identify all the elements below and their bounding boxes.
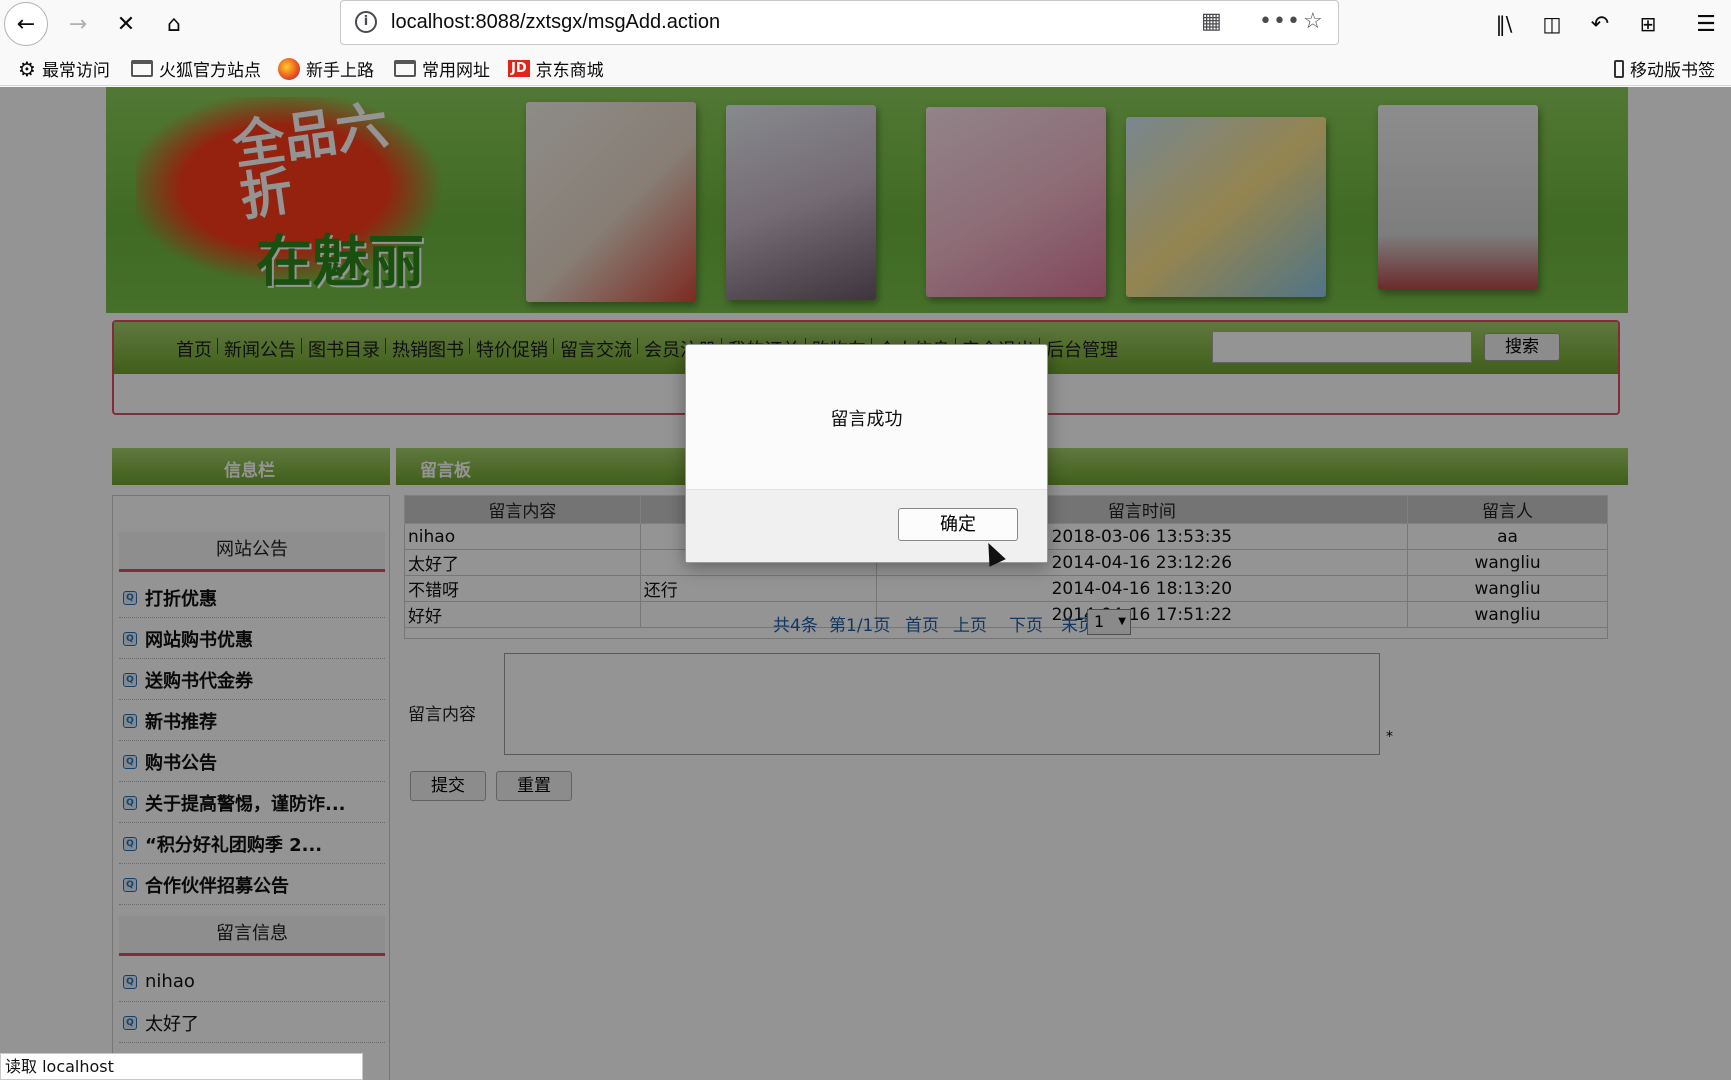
folder-icon <box>131 60 153 77</box>
gear-icon: ⚙ <box>18 56 36 81</box>
sidebar-icon: ◫ <box>1542 12 1562 36</box>
info-icon[interactable]: i <box>355 11 377 33</box>
arrow-right-icon: → <box>68 11 88 37</box>
close-icon: ✕ <box>116 11 136 37</box>
ok-button[interactable]: 确定 <box>898 508 1018 541</box>
sidebar-button[interactable]: ◫ <box>1534 6 1570 42</box>
back-button[interactable]: ← <box>4 2 48 46</box>
qr-code-icon[interactable]: ▦ <box>1201 9 1222 34</box>
mobile-icon <box>1614 59 1624 78</box>
bookmark-label: 火狐官方站点 <box>159 61 261 81</box>
url-text[interactable]: localhost:8088/zxtsgx/msgAdd.action <box>391 11 720 34</box>
library-icon: ‖\ <box>1495 12 1513 36</box>
undo-button[interactable]: ↶ <box>1582 6 1618 42</box>
dialog-message: 留言成功 <box>830 409 903 430</box>
more-icon[interactable]: ••• <box>1259 9 1301 34</box>
hamburger-icon: ☰ <box>1696 11 1716 37</box>
browser-toolbar: ← → ✕ ⌂ i localhost:8088/zxtsgx/msgAdd.a… <box>0 0 1731 48</box>
bookmark-star-icon[interactable]: ☆ <box>1303 9 1323 34</box>
forward-button[interactable]: → <box>60 6 96 42</box>
home-icon: ⌂ <box>167 11 181 37</box>
home-button[interactable]: ⌂ <box>156 6 192 42</box>
undo-icon: ↶ <box>1590 11 1610 37</box>
bookmark-most-visited[interactable]: ⚙ 最常访问 <box>18 56 110 82</box>
bookmark-label: 最常访问 <box>41 61 110 81</box>
status-bar: 读取 localhost <box>0 1053 363 1080</box>
library-button[interactable]: ‖\ <box>1486 6 1522 42</box>
firefox-icon <box>278 57 300 80</box>
bookmark-label: 常用网址 <box>422 61 490 81</box>
modal-overlay <box>0 87 1731 1080</box>
mobile-bookmarks[interactable]: 移动版书签 <box>1614 56 1715 81</box>
bookmark-jd[interactable]: JD 京东商城 <box>508 56 604 81</box>
bookmark-label: 新手上路 <box>306 61 374 81</box>
bookmarks-toolbar: ⚙ 最常访问 火狐官方站点 新手上路 常用网址 JD 京东商城 移动版书签 <box>0 48 1731 86</box>
bookmark-getting-started[interactable]: 新手上路 <box>278 56 374 81</box>
bookmark-common-sites[interactable]: 常用网址 <box>394 56 490 81</box>
bookmark-label: 移动版书签 <box>1630 61 1715 81</box>
screenshot-button[interactable]: ⊞ <box>1630 6 1666 42</box>
url-bar[interactable]: i localhost:8088/zxtsgx/msgAdd.action ▦ … <box>340 0 1339 45</box>
arrow-left-icon: ← <box>16 11 36 37</box>
stop-button[interactable]: ✕ <box>108 6 144 42</box>
folder-icon <box>394 60 416 77</box>
alert-dialog: 留言成功 确定 <box>685 344 1048 563</box>
menu-button[interactable]: ☰ <box>1688 6 1724 42</box>
bookmark-firefox-sites[interactable]: 火狐官方站点 <box>131 56 261 81</box>
jd-logo-icon: JD <box>508 60 530 77</box>
crop-icon: ⊞ <box>1639 12 1657 36</box>
bookmark-label: 京东商城 <box>535 61 604 81</box>
